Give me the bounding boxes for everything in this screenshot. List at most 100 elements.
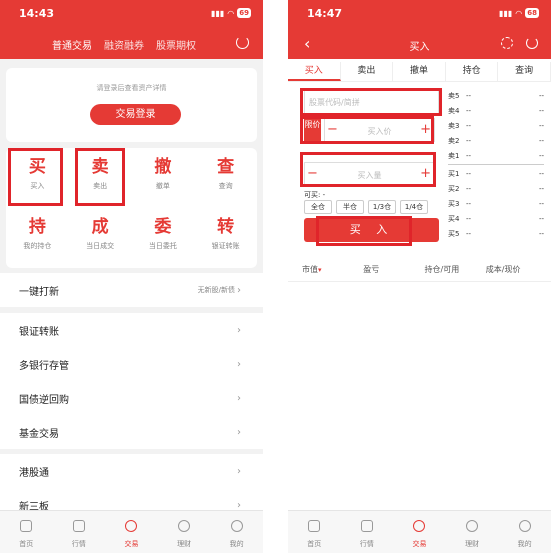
book-qty: --	[538, 199, 544, 208]
gear-icon[interactable]	[501, 37, 513, 49]
book-level: 卖4	[448, 106, 460, 115]
tab-mine[interactable]: 我的	[210, 511, 263, 553]
chevron-right-icon: ›	[237, 392, 241, 404]
tab-label: 我的	[517, 540, 532, 548]
column-market-value[interactable]: 市值▾	[302, 264, 363, 275]
action-label: 我的持仓	[23, 242, 52, 250]
list-item[interactable]: 港股通 ›	[0, 454, 263, 488]
refresh-icon[interactable]	[526, 37, 538, 49]
positions-icon: 持	[28, 217, 46, 237]
tab-mine[interactable]: 我的	[498, 511, 551, 553]
book-row-buy2: 买2 -- --	[448, 181, 544, 196]
list-item-label: 多银行存管	[19, 360, 69, 372]
book-qty: --	[538, 91, 544, 100]
highlight-box	[8, 148, 63, 206]
portion-half-button[interactable]: 半仓	[336, 200, 364, 214]
tab-query[interactable]: 查询	[498, 62, 551, 81]
home-icon	[308, 520, 321, 532]
trade-login-button[interactable]: 交易登录	[90, 104, 181, 125]
tab-home[interactable]: 首页	[288, 511, 341, 553]
cancel-icon: 撤	[154, 157, 172, 177]
book-price: --	[466, 151, 472, 160]
refresh-icon[interactable]	[236, 36, 249, 49]
action-label: 撤单	[155, 182, 170, 190]
tab-label: 行情	[359, 540, 374, 548]
tab-wealth[interactable]: 理财	[446, 511, 499, 553]
book-level: 卖5	[448, 91, 460, 100]
tab-stock-options[interactable]: 股票期权	[156, 37, 196, 52]
login-hint: 请登录后查看资产详情	[96, 84, 167, 92]
trade-tabs: 买入 卖出 撤单 持仓 查询	[288, 62, 551, 82]
list-item[interactable]: 多银行存管 ›	[0, 347, 263, 381]
action-query[interactable]: 查 查询	[194, 148, 257, 208]
portion-quarter-button[interactable]: 1/4仓	[400, 200, 428, 214]
action-today-deals[interactable]: 成 当日成交	[69, 208, 132, 268]
book-qty: --	[538, 214, 544, 223]
status-icons: ▮▮▮ ◠ 68	[499, 8, 539, 18]
home-icon	[20, 520, 33, 532]
book-row-sell5: 卖5 -- --	[448, 88, 544, 103]
book-row-buy5: 买5 -- --	[448, 226, 544, 241]
action-bank-transfer[interactable]: 转 银证转账	[194, 208, 257, 268]
tab-margin-trading[interactable]: 融资融券	[104, 37, 144, 52]
chevron-right-icon: ›	[237, 358, 241, 370]
bottom-tab-bar: 首页 行情 交易 理财 我的	[288, 510, 551, 553]
wifi-icon: ◠	[227, 8, 235, 18]
book-row-buy1: 买1 -- --	[448, 166, 544, 181]
battery-icon: 69	[237, 8, 251, 18]
book-level: 卖1	[448, 151, 460, 160]
tab-positions[interactable]: 持仓	[446, 62, 499, 81]
tab-home[interactable]: 首页	[0, 511, 53, 553]
book-row-sell4: 卖4 -- --	[448, 103, 544, 118]
book-qty: --	[538, 169, 544, 178]
tab-trade[interactable]: 交易	[105, 511, 158, 553]
tab-cancel[interactable]: 撤单	[393, 62, 446, 81]
book-level: 卖2	[448, 136, 460, 145]
tab-trade[interactable]: 交易	[393, 511, 446, 553]
portion-full-button[interactable]: 全仓	[304, 200, 332, 214]
battery-icon: 68	[525, 8, 539, 18]
sort-icon: ▾	[318, 266, 322, 274]
list-item[interactable]: 国债逆回购 ›	[0, 381, 263, 415]
portion-third-button[interactable]: 1/3仓	[368, 200, 396, 214]
available-amount: 可买: -	[304, 191, 326, 199]
action-cancel[interactable]: 撤 撤单	[132, 148, 195, 208]
action-today-orders[interactable]: 委 当日委托	[132, 208, 195, 268]
action-positions[interactable]: 持 我的持仓	[6, 208, 69, 268]
tab-market[interactable]: 行情	[341, 511, 394, 553]
status-icons: ▮▮▮ ◠ 69	[211, 8, 251, 18]
chevron-right-icon: ›	[237, 426, 241, 438]
tab-buy[interactable]: 买入	[288, 62, 341, 81]
chevron-right-icon: ›	[237, 499, 241, 511]
book-level: 买5	[448, 229, 460, 238]
chevron-right-icon: ›	[237, 324, 241, 336]
list-item[interactable]: 基金交易 ›	[0, 415, 263, 449]
chevron-right-icon: ›	[237, 465, 241, 477]
book-row-buy4: 买4 -- --	[448, 211, 544, 226]
action-label: 查询	[218, 182, 233, 190]
right-screen: 14:47 ▮▮▮ ◠ 68 ‹ 买入 买入 卖出 撤单 持仓 查询 股票代码/…	[288, 0, 551, 553]
tab-market[interactable]: 行情	[53, 511, 106, 553]
book-price: --	[466, 91, 472, 100]
tab-wealth[interactable]: 理财	[158, 511, 211, 553]
transfer-icon: 转	[217, 217, 235, 237]
order-book: 卖5 -- -- 卖4 -- -- 卖3 -- -- 卖2 -- -- 卖1 -- -- 买1 -- -…	[448, 88, 544, 241]
signal-icon: ▮▮▮	[211, 8, 225, 18]
tab-label: 交易	[412, 540, 427, 548]
wealth-icon	[466, 520, 479, 532]
list-item-ipo[interactable]: 一键打新 无新股/新债 ›	[0, 273, 263, 307]
tab-normal-trading[interactable]: 普通交易	[52, 37, 92, 52]
tab-sell[interactable]: 卖出	[341, 62, 394, 81]
tab-label: 理财	[177, 540, 192, 548]
book-qty: --	[538, 106, 544, 115]
book-level: 买1	[448, 169, 460, 178]
header-bar: 14:43 ▮▮▮ ◠ 69 普通交易 融资融券 股票期权	[0, 0, 263, 59]
book-row-sell3: 卖3 -- --	[448, 118, 544, 133]
book-price: --	[466, 229, 472, 238]
book-row-buy3: 买3 -- --	[448, 196, 544, 211]
user-icon	[230, 520, 243, 532]
book-level: 买4	[448, 214, 460, 223]
signal-icon: ▮▮▮	[499, 8, 513, 18]
list-item[interactable]: 银证转账 ›	[0, 313, 263, 347]
tab-label: 行情	[71, 540, 86, 548]
